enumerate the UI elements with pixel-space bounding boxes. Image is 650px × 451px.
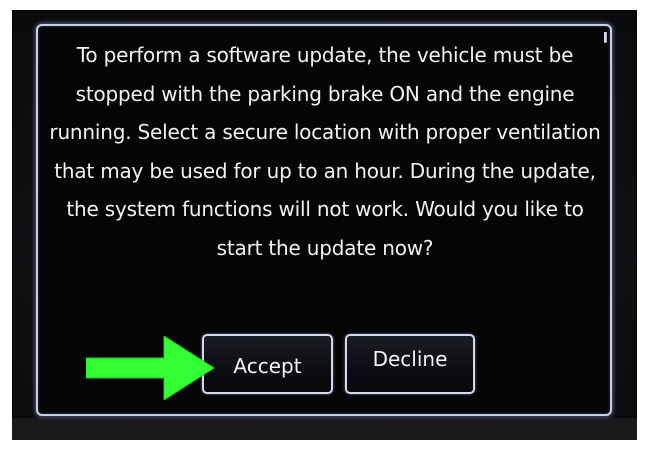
accept-button[interactable]: Accept (202, 334, 333, 394)
green-arrow-icon (86, 336, 215, 400)
photo-frame: ╹ To perform a software update, the vehi… (0, 0, 650, 451)
display-bezel-bottom (12, 418, 637, 440)
decline-button[interactable]: Decline (345, 334, 475, 394)
update-warning-message: To perform a software update, the vehicl… (49, 43, 601, 260)
